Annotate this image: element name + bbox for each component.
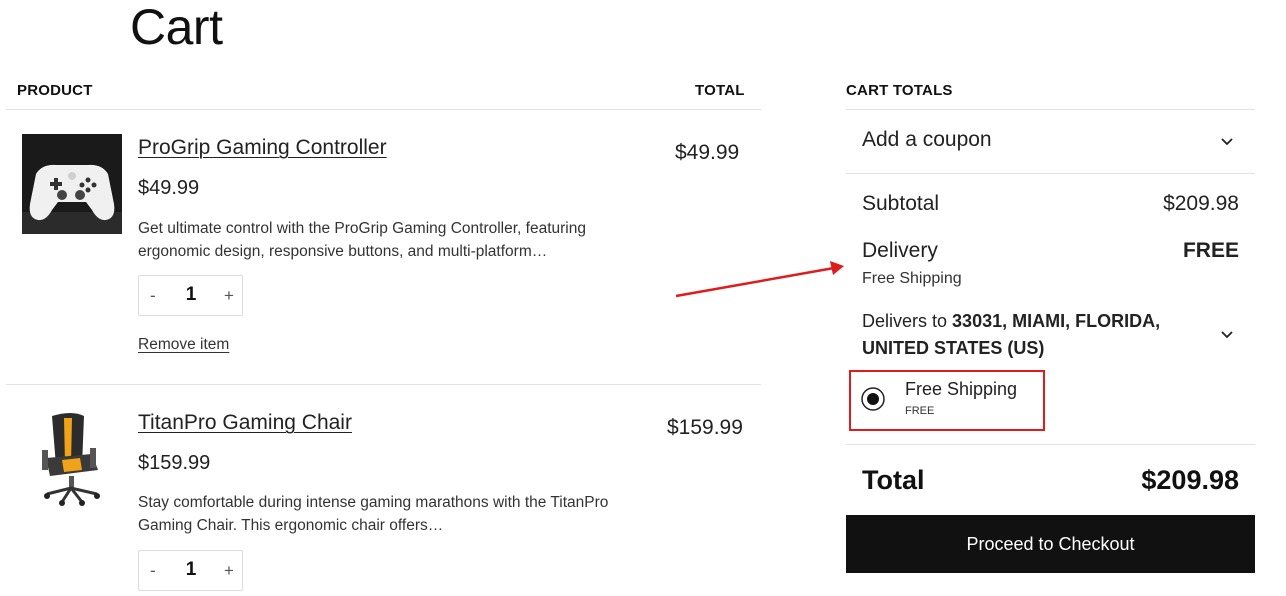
total-value: $209.98 xyxy=(1141,465,1239,495)
chevron-down-icon xyxy=(1221,138,1233,146)
product-description: Stay comfortable during intense gaming m… xyxy=(138,494,609,534)
divider xyxy=(6,109,761,110)
delivery-address-line1: 33031, MIAMI, FLORIDA, xyxy=(952,311,1161,331)
subtotal-value: $209.98 xyxy=(1163,192,1239,215)
total-label: Total xyxy=(862,465,925,495)
quantity-value[interactable]: 1 xyxy=(179,559,203,581)
chevron-down-icon[interactable] xyxy=(1221,331,1233,339)
product-price: $159.99 xyxy=(138,452,211,474)
quantity-decrease-button[interactable]: - xyxy=(150,561,156,581)
subtotal-label: Subtotal xyxy=(862,192,940,215)
product-name-link[interactable]: ProGrip Gaming Controller xyxy=(138,136,387,160)
cart-totals-heading: CART TOTALS xyxy=(846,82,953,99)
delivery-method: Free Shipping xyxy=(862,270,962,287)
product-price: $49.99 xyxy=(138,177,200,199)
quantity-stepper[interactable]: - 1 + xyxy=(138,275,243,316)
annotation-highlight-box xyxy=(849,370,1045,431)
game-controller-image[interactable] xyxy=(22,134,122,234)
gaming-chair-image[interactable] xyxy=(22,408,122,508)
coupon-label: Add a coupon xyxy=(862,128,992,151)
order-total-row: Total $209.98 xyxy=(846,445,1255,505)
product-description: Get ultimate control with the ProGrip Ga… xyxy=(138,220,586,260)
quantity-value[interactable]: 1 xyxy=(179,284,203,306)
delivery-label: Delivery xyxy=(862,239,938,262)
remove-item-link[interactable]: Remove item xyxy=(138,336,229,354)
page-title: Cart xyxy=(130,0,223,55)
delivery-address-toggle[interactable]: Delivers to 33031, MIAMI, FLORIDA, UNITE… xyxy=(862,308,1192,362)
divider xyxy=(6,384,761,385)
coupon-toggle[interactable]: Add a coupon xyxy=(846,110,1255,173)
proceed-to-checkout-button[interactable]: Proceed to Checkout xyxy=(846,515,1255,573)
quantity-increase-button[interactable]: + xyxy=(224,561,234,581)
quantity-stepper[interactable]: - 1 + xyxy=(138,550,243,591)
delivers-to-prefix: Delivers to xyxy=(862,311,948,331)
product-name-link[interactable]: TitanPro Gaming Chair xyxy=(138,411,352,435)
quantity-decrease-button[interactable]: - xyxy=(150,286,156,306)
column-header-product: PRODUCT xyxy=(17,82,93,99)
quantity-increase-button[interactable]: + xyxy=(224,286,234,306)
annotation-arrow-icon xyxy=(675,261,844,298)
delivery-value: FREE xyxy=(1182,239,1239,262)
delivery-address-line2: UNITED STATES (US) xyxy=(862,338,1045,358)
column-header-total: TOTAL xyxy=(695,82,745,99)
